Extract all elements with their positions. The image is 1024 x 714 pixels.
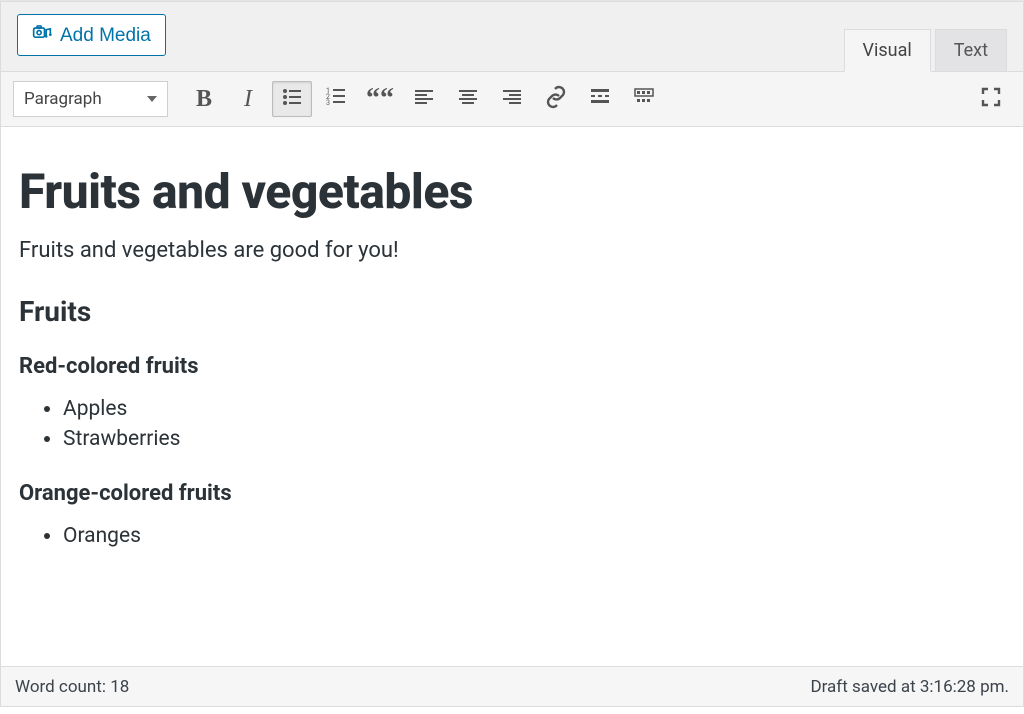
link-icon — [544, 85, 568, 113]
block-format-selected-label: Paragraph — [24, 89, 102, 109]
tab-text-label: Text — [954, 40, 988, 61]
list-item: Apples — [63, 397, 1023, 421]
read-more-icon — [588, 85, 612, 113]
tab-text[interactable]: Text — [935, 29, 1007, 72]
list-item: Strawberries — [63, 427, 1023, 451]
media-tab-bar: Add Media Visual Text — [0, 1, 1024, 71]
word-count: Word count: 18 — [15, 677, 129, 697]
toolbar-toggle-button[interactable] — [624, 81, 664, 117]
insert-more-button[interactable] — [580, 81, 620, 117]
align-center-button[interactable] — [448, 81, 488, 117]
word-count-value: 18 — [110, 677, 129, 697]
bulleted-list-icon — [280, 85, 304, 113]
align-left-icon — [412, 85, 436, 113]
doc-bullet-list: Apples Strawberries — [63, 397, 1023, 451]
fullscreen-button[interactable] — [971, 81, 1011, 117]
editor-status-bar: Word count: 18 Draft saved at 3:16:28 pm… — [0, 667, 1024, 707]
insert-link-button[interactable] — [536, 81, 576, 117]
chevron-down-icon — [147, 96, 157, 102]
align-right-icon — [500, 85, 524, 113]
italic-button[interactable]: I — [228, 81, 268, 117]
draft-saved-status: Draft saved at 3:16:28 pm. — [810, 677, 1009, 697]
doc-heading-2: Fruits — [19, 295, 1023, 328]
camera-music-icon — [32, 23, 52, 47]
bulleted-list-button[interactable] — [272, 81, 312, 117]
editor-container: Add Media Visual Text Paragraph B I — [0, 0, 1024, 707]
doc-heading-3: Orange-colored fruits — [19, 481, 1023, 506]
tab-visual[interactable]: Visual — [844, 29, 931, 72]
word-count-label: Word count: — [15, 677, 106, 697]
align-right-button[interactable] — [492, 81, 532, 117]
block-format-select[interactable]: Paragraph — [13, 81, 168, 117]
bold-button[interactable]: B — [184, 81, 224, 117]
format-toolbar: Paragraph B I 1 2 3 — [0, 71, 1024, 127]
doc-bullet-list: Oranges — [63, 524, 1023, 548]
tab-visual-label: Visual — [863, 40, 912, 61]
fullscreen-icon — [979, 85, 1003, 113]
doc-heading-3: Red-colored fruits — [19, 354, 1023, 379]
align-center-icon — [456, 85, 480, 113]
bold-icon: B — [196, 86, 212, 113]
add-media-button[interactable]: Add Media — [17, 14, 166, 56]
doc-heading-1: Fruits and vegetables — [19, 163, 1023, 220]
svg-text:3: 3 — [326, 99, 330, 107]
add-media-label: Add Media — [60, 26, 151, 45]
italic-icon: I — [244, 86, 252, 113]
numbered-list-button[interactable]: 1 2 3 — [316, 81, 356, 117]
align-left-button[interactable] — [404, 81, 444, 117]
editor-content: Fruits and vegetables Fruits and vegetab… — [1, 163, 1023, 548]
doc-paragraph: Fruits and vegetables are good for you! — [19, 238, 1023, 263]
editor-content-area[interactable]: Fruits and vegetables Fruits and vegetab… — [0, 127, 1024, 667]
blockquote-icon: ““ — [366, 93, 394, 104]
kitchen-sink-icon — [632, 85, 656, 113]
editor-mode-tabs: Visual Text — [844, 28, 1007, 71]
list-item: Oranges — [63, 524, 1023, 548]
numbered-list-icon: 1 2 3 — [324, 85, 348, 113]
blockquote-button[interactable]: ““ — [360, 81, 400, 117]
